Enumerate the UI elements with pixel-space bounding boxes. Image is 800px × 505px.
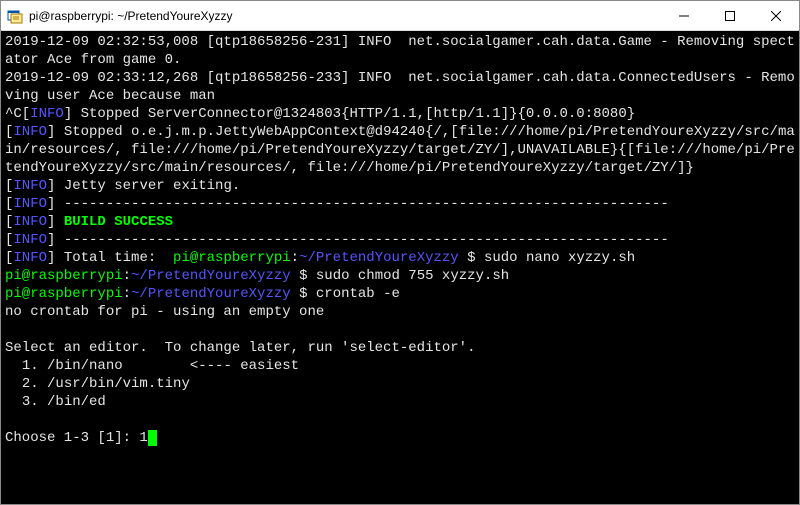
bracket: ] [47,250,64,266]
prompt-path: ~/PretendYoureXyzzy [131,268,291,284]
prompt-dollar: $ [291,286,316,302]
window-title-bar: pi@raspberrypi: ~/PretendYoureXyzzy [1,1,799,31]
choose-input[interactable]: 1 [139,430,147,446]
total-time: Total time: [64,250,173,266]
prompt-user: pi@raspberrypi [5,268,123,284]
prompt-user: pi@raspberrypi [173,250,291,266]
window-title: pi@raspberrypi: ~/PretendYoureXyzzy [29,9,661,23]
log-line: 2019-12-09 02:33:12,268 [qtp18658256-233… [5,70,795,104]
cursor-block [148,430,157,446]
info-tag: INFO [13,178,47,194]
command-text: crontab -e [316,286,400,302]
info-tag: INFO [13,232,47,248]
prompt-dollar: $ [291,268,316,284]
terminal-output[interactable]: 2019-12-09 02:32:53,008 [qtp18658256-231… [1,31,799,504]
log-line: Jetty server exiting. [64,178,240,194]
info-tag: INFO [13,124,47,140]
info-tag: INFO [13,196,47,212]
crontab-msg: no crontab for pi - using an empty one [5,304,324,320]
putty-icon [7,8,23,24]
prompt-colon: : [123,286,131,302]
dashes: ----------------------------------------… [64,196,669,212]
window-controls [661,1,799,30]
log-line: ] Stopped ServerConnector@1324803{HTTP/1… [64,106,635,122]
editor-option-1: 1. /bin/nano <---- easiest [5,358,299,374]
choose-prompt: Choose 1-3 [1]: [5,430,139,446]
bracket: ] [47,232,64,248]
info-tag: INFO [13,214,47,230]
select-editor-msg: Select an editor. To change later, run '… [5,340,475,356]
bracket: ] [47,124,64,140]
prompt-path: ~/PretendYoureXyzzy [131,286,291,302]
minimize-button[interactable] [661,1,707,31]
prompt-colon: : [123,268,131,284]
bracket: ] [47,214,64,230]
bracket: ] [47,178,64,194]
prompt-user: pi@raspberrypi [5,286,123,302]
prompt-path: ~/PretendYoureXyzzy [299,250,459,266]
prompt-colon: : [291,250,299,266]
command-text: sudo nano xyzzy.sh [484,250,635,266]
prompt-dollar: $ [459,250,484,266]
log-prefix: ^C[ [5,106,30,122]
info-tag: INFO [13,250,47,266]
build-success: BUILD SUCCESS [64,214,173,230]
info-tag: INFO [30,106,64,122]
editor-option-3: 3. /bin/ed [5,394,106,410]
maximize-button[interactable] [707,1,753,31]
log-line: Stopped o.e.j.m.p.JettyWebAppContext@d94… [5,124,795,176]
editor-option-2: 2. /usr/bin/vim.tiny [5,376,190,392]
bracket: ] [47,196,64,212]
log-line: 2019-12-09 02:32:53,008 [qtp18658256-231… [5,34,795,68]
close-button[interactable] [753,1,799,31]
dashes: ----------------------------------------… [64,232,669,248]
command-text: sudo chmod 755 xyzzy.sh [316,268,509,284]
